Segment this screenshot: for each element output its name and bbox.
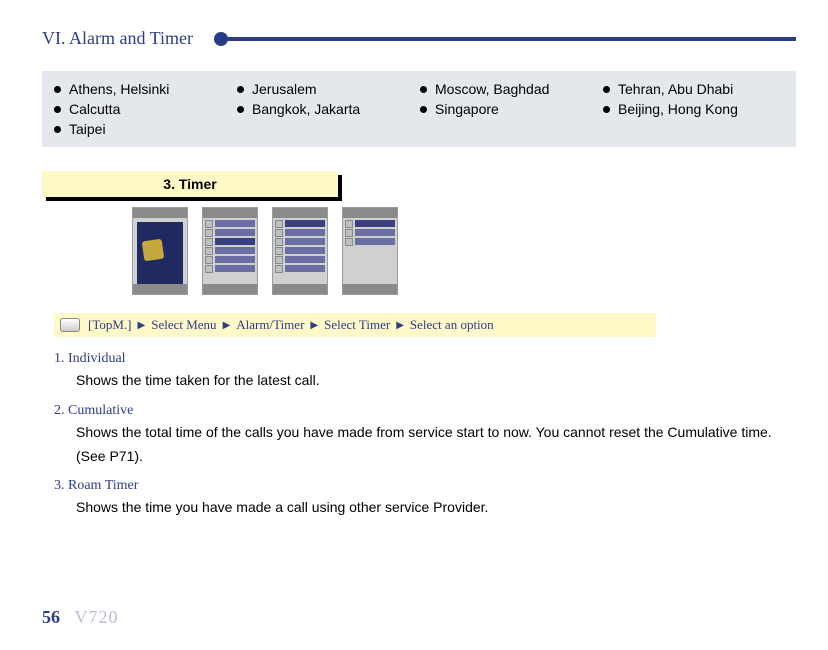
city-list-box: Athens, Helsinki Jerusalem Moscow, Baghd… bbox=[42, 71, 796, 147]
phone-screen bbox=[132, 207, 188, 295]
section-tab: 3. Timer bbox=[42, 171, 338, 197]
bullet-icon bbox=[237, 106, 244, 113]
controller-icon bbox=[60, 318, 80, 332]
city-label: Tehran, Abu Dhabi bbox=[618, 81, 733, 97]
calendar-icon bbox=[142, 239, 165, 262]
bullet-icon bbox=[420, 106, 427, 113]
bullet-icon bbox=[603, 106, 610, 113]
bullet-icon bbox=[54, 106, 61, 113]
subsection-title: 3. Roam Timer bbox=[54, 478, 796, 494]
city-label: Bangkok, Jakarta bbox=[252, 101, 360, 117]
subsection-body: Shows the time you have made a call usin… bbox=[76, 496, 796, 520]
chevron-right-icon: ▶ bbox=[396, 320, 404, 331]
bullet-icon bbox=[54, 86, 61, 93]
page-number: 56 bbox=[42, 607, 60, 627]
bullet-icon bbox=[603, 86, 610, 93]
header-dot-icon bbox=[214, 32, 228, 46]
subsection-title: 1. Individual bbox=[54, 351, 796, 367]
phone-screen bbox=[272, 207, 328, 295]
nav-step: [TopM.] bbox=[88, 317, 132, 333]
city-item: Tehran, Abu Dhabi bbox=[603, 79, 786, 99]
bullet-icon bbox=[54, 126, 61, 133]
phone-screen bbox=[342, 207, 398, 295]
city-item: Jerusalem bbox=[237, 79, 420, 99]
city-label: Calcutta bbox=[69, 101, 120, 117]
city-label: Singapore bbox=[435, 101, 499, 117]
bullet-icon bbox=[420, 86, 427, 93]
subsection-title: 2. Cumulative bbox=[54, 403, 796, 419]
nav-step: Select Menu bbox=[151, 317, 216, 333]
navigation-path: [TopM.] ▶ Select Menu ▶ Alarm/Timer ▶ Se… bbox=[54, 313, 656, 337]
city-label: Beijing, Hong Kong bbox=[618, 101, 738, 117]
city-label: Jerusalem bbox=[252, 81, 317, 97]
nav-step: Select Timer bbox=[324, 317, 390, 333]
phone-screen bbox=[202, 207, 258, 295]
city-item: Taipei bbox=[54, 119, 237, 139]
city-label: Athens, Helsinki bbox=[69, 81, 169, 97]
header-rule bbox=[221, 37, 796, 41]
chevron-right-icon: ▶ bbox=[223, 320, 231, 331]
phone-screenshots bbox=[132, 207, 796, 295]
nav-step: Alarm/Timer bbox=[236, 317, 304, 333]
city-label: Taipei bbox=[69, 121, 106, 137]
bullet-icon bbox=[237, 86, 244, 93]
city-item: Beijing, Hong Kong bbox=[603, 99, 786, 119]
subsection-body: Shows the total time of the calls you ha… bbox=[76, 421, 796, 469]
model-name: V720 bbox=[75, 607, 119, 627]
nav-step: Select an option bbox=[410, 317, 494, 333]
city-item: Bangkok, Jakarta bbox=[237, 99, 420, 119]
chevron-right-icon: ▶ bbox=[138, 320, 146, 331]
subsection-body: Shows the time taken for the latest call… bbox=[76, 369, 796, 393]
city-item: Singapore bbox=[420, 99, 603, 119]
city-item: Calcutta bbox=[54, 99, 237, 119]
page-footer: 56 V720 bbox=[42, 607, 119, 628]
city-item: Athens, Helsinki bbox=[54, 79, 237, 99]
page-title: VI. Alarm and Timer bbox=[42, 28, 193, 49]
section-tab-wrap: 3. Timer bbox=[42, 171, 338, 197]
city-item: Moscow, Baghdad bbox=[420, 79, 603, 99]
city-label: Moscow, Baghdad bbox=[435, 81, 549, 97]
chevron-right-icon: ▶ bbox=[310, 320, 318, 331]
